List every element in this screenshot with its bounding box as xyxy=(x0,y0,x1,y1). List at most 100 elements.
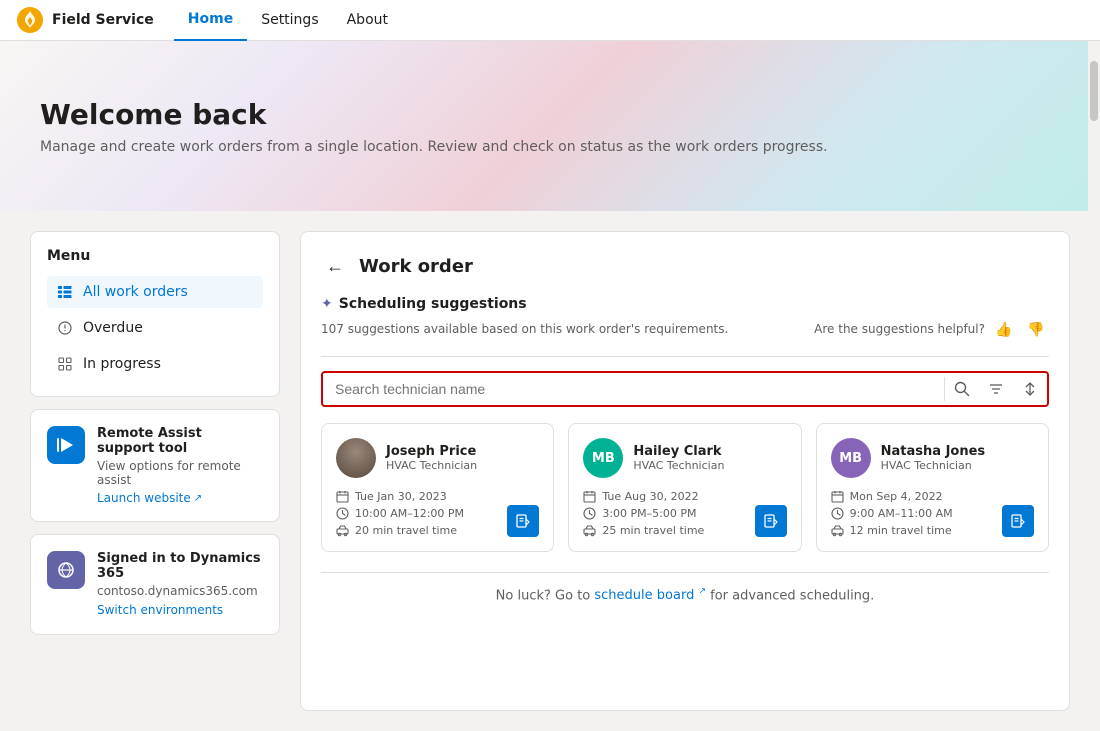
dynamics-card: Signed in to Dynamics 365 contoso.dynami… xyxy=(30,534,280,635)
book-button-joseph[interactable] xyxy=(507,505,539,537)
scheduling-section: ✦ Scheduling suggestions 107 suggestions… xyxy=(321,296,1049,357)
remote-assist-content: Remote Assist support tool View options … xyxy=(97,426,263,505)
tech-card-header: Joseph Price HVAC Technician xyxy=(336,438,539,478)
brand-icon xyxy=(16,6,44,34)
nav-settings[interactable]: Settings xyxy=(247,0,332,41)
helpful-section: Are the suggestions helpful? 👍 👎 xyxy=(814,316,1049,342)
nav-home[interactable]: Home xyxy=(174,0,247,41)
tech-role: HVAC Technician xyxy=(633,459,724,472)
tech-role: HVAC Technician xyxy=(386,459,477,472)
sidebar-item-label: In progress xyxy=(83,356,161,372)
sidebar-item-label: All work orders xyxy=(83,284,188,300)
in-progress-icon xyxy=(57,356,73,372)
sparkle-icon: ✦ xyxy=(321,296,333,312)
schedule-board-link[interactable]: schedule board ↗ xyxy=(594,588,710,603)
list-icon xyxy=(57,284,73,300)
hero-subtitle: Manage and create work orders from a sin… xyxy=(40,139,828,155)
scheduling-count-text: 107 suggestions available based on this … xyxy=(321,322,728,336)
brand-name: Field Service xyxy=(52,12,154,28)
technician-card-natasha-jones: MB Natasha Jones HVAC Technician Mon Sep… xyxy=(816,423,1049,552)
remote-assist-card: Remote Assist support tool View options … xyxy=(30,409,280,522)
search-row xyxy=(321,371,1049,407)
hero-title: Welcome back xyxy=(40,98,828,131)
nav-links: Home Settings About xyxy=(174,0,402,41)
book-button-natasha[interactable] xyxy=(1002,505,1034,537)
calendar-icon xyxy=(831,490,844,503)
tech-info: Hailey Clark HVAC Technician xyxy=(633,444,724,472)
car-icon xyxy=(831,524,844,537)
avatar-initials: MB xyxy=(839,451,862,466)
book-icon xyxy=(763,513,779,529)
tech-name: Hailey Clark xyxy=(633,444,724,459)
scheduling-header: ✦ Scheduling suggestions xyxy=(321,296,1049,312)
sort-icon xyxy=(1022,381,1038,397)
avatar: MB xyxy=(583,438,623,478)
dynamics-title: Signed in to Dynamics 365 xyxy=(97,551,263,581)
footer-note: No luck? Go to schedule board ↗ for adva… xyxy=(321,572,1049,603)
scheduling-meta: 107 suggestions available based on this … xyxy=(321,316,1049,342)
sidebar-item-all-work-orders[interactable]: All work orders xyxy=(47,276,263,308)
tech-name: Joseph Price xyxy=(386,444,477,459)
overdue-icon xyxy=(57,320,73,336)
filter-icon xyxy=(988,381,1004,397)
helpful-label: Are the suggestions helpful? xyxy=(814,322,985,336)
tech-name: Natasha Jones xyxy=(881,444,986,459)
sidebar-item-overdue[interactable]: Overdue xyxy=(47,312,263,344)
book-icon xyxy=(515,513,531,529)
tech-info: Joseph Price HVAC Technician xyxy=(386,444,477,472)
sidebar-item-label: Overdue xyxy=(83,320,143,336)
thumbs-up-button[interactable]: 👍 xyxy=(991,316,1017,342)
search-input[interactable] xyxy=(323,381,944,397)
clock-icon xyxy=(583,507,596,520)
menu-title: Menu xyxy=(47,248,263,264)
tech-info: Natasha Jones HVAC Technician xyxy=(881,444,986,472)
book-button-hailey[interactable] xyxy=(755,505,787,537)
dynamics-description: contoso.dynamics365.com xyxy=(97,584,263,598)
dynamics-icon xyxy=(47,551,85,589)
remote-assist-title: Remote Assist support tool xyxy=(97,426,263,456)
switch-environments-link[interactable]: Switch environments xyxy=(97,603,223,617)
nav-about[interactable]: About xyxy=(333,0,402,41)
clock-icon xyxy=(336,507,349,520)
tech-date: Tue Aug 30, 2022 xyxy=(583,490,786,503)
scheduling-title: Scheduling suggestions xyxy=(339,296,527,312)
tech-card-header: MB Natasha Jones HVAC Technician xyxy=(831,438,1034,478)
filter-button[interactable] xyxy=(979,372,1013,406)
remote-assist-icon xyxy=(47,426,85,464)
work-order-panel: ← Work order ✦ Scheduling suggestions 10… xyxy=(300,231,1070,711)
top-nav: Field Service Home Settings About xyxy=(0,0,1100,41)
external-link-icon: ↗ xyxy=(698,587,706,597)
remote-assist-description: View options for remote assist xyxy=(97,459,263,487)
book-icon xyxy=(1010,513,1026,529)
sort-button[interactable] xyxy=(1013,372,1047,406)
avatar-initials: MB xyxy=(592,451,615,466)
technician-cards: Joseph Price HVAC Technician Tue Jan 30,… xyxy=(321,423,1049,552)
sidebar-item-in-progress[interactable]: In progress xyxy=(47,348,263,380)
tech-date: Mon Sep 4, 2022 xyxy=(831,490,1034,503)
search-icon-button[interactable] xyxy=(945,372,979,406)
technician-card-joseph-price: Joseph Price HVAC Technician Tue Jan 30,… xyxy=(321,423,554,552)
menu-card: Menu All work orders Overdue In progress xyxy=(30,231,280,397)
thumbs-down-button[interactable]: 👎 xyxy=(1023,316,1049,342)
avatar xyxy=(336,438,376,478)
scrollbar-thumb[interactable] xyxy=(1090,61,1098,121)
search-icon xyxy=(954,381,970,397)
back-button[interactable]: ← xyxy=(321,252,349,280)
launch-website-link[interactable]: Launch website ↗ xyxy=(97,491,263,505)
brand: Field Service xyxy=(16,6,154,34)
main-content: Menu All work orders Overdue In progress xyxy=(0,211,1100,731)
technician-card-hailey-clark: MB Hailey Clark HVAC Technician Tue Aug … xyxy=(568,423,801,552)
avatar: MB xyxy=(831,438,871,478)
tech-date: Tue Jan 30, 2023 xyxy=(336,490,539,503)
scrollbar-track[interactable] xyxy=(1088,41,1100,673)
work-order-title: Work order xyxy=(359,256,473,277)
car-icon xyxy=(583,524,596,537)
dynamics-content: Signed in to Dynamics 365 contoso.dynami… xyxy=(97,551,263,618)
hero-content: Welcome back Manage and create work orde… xyxy=(40,98,828,155)
external-link-icon: ↗ xyxy=(194,493,202,504)
left-panel: Menu All work orders Overdue In progress xyxy=(30,231,280,711)
car-icon xyxy=(336,524,349,537)
calendar-icon xyxy=(583,490,596,503)
hero-banner: Welcome back Manage and create work orde… xyxy=(0,41,1100,211)
tech-card-header: MB Hailey Clark HVAC Technician xyxy=(583,438,786,478)
